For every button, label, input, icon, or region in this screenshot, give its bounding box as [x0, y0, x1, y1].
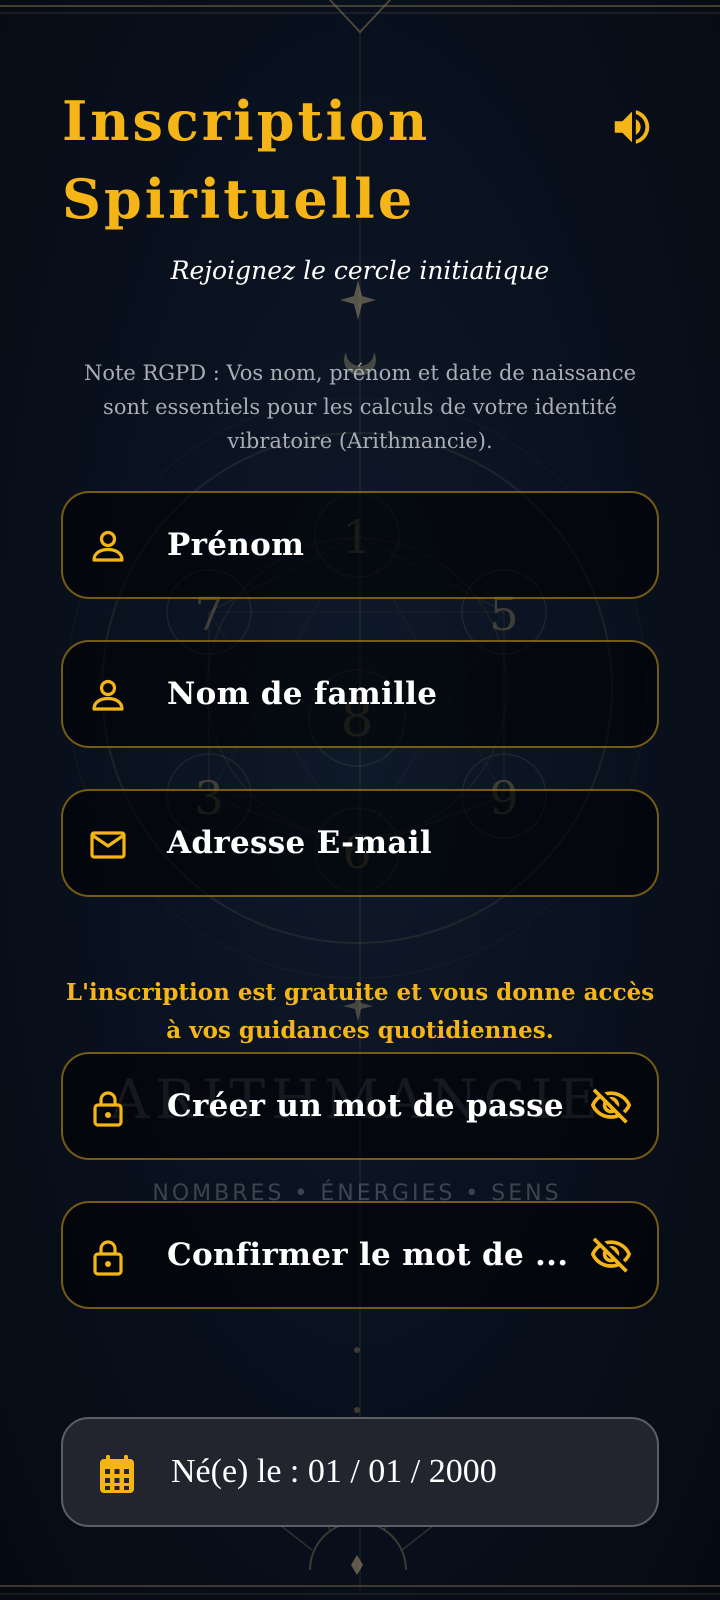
info-message: L'inscription est gratuite et vous donne… [65, 979, 655, 1044]
confirm-password-placeholder: Confirmer le mot de ... [167, 1237, 569, 1273]
last-name-placeholder: Nom de famille [167, 676, 438, 712]
confirm-password-field[interactable]: Confirmer le mot de ... [61, 1201, 659, 1309]
eye-off-icon[interactable] [587, 1084, 635, 1128]
person-icon [92, 530, 124, 562]
email-field[interactable]: Adresse E-mail [61, 789, 659, 897]
password-placeholder: Créer un mot de passe [167, 1088, 564, 1124]
eye-off-icon[interactable] [587, 1233, 635, 1277]
person-icon [92, 679, 124, 711]
first-name-placeholder: Prénom [167, 527, 305, 563]
title-line-2: Spirituelle [62, 167, 416, 231]
sound-toggle-button[interactable] [604, 102, 660, 152]
last-name-field[interactable]: Nom de famille [61, 640, 659, 748]
title-line-1: Inscription [62, 89, 431, 153]
email-placeholder: Adresse E-mail [167, 825, 432, 861]
lock-icon [93, 1091, 123, 1127]
birth-date-label: Né(e) le : 01 / 01 / 2000 [171, 1453, 497, 1490]
first-name-field[interactable]: Prénom [61, 491, 659, 599]
calendar-icon [100, 1455, 134, 1493]
birth-date-picker[interactable]: Né(e) le : 01 / 01 / 2000 [61, 1417, 659, 1527]
lock-icon [93, 1240, 123, 1276]
envelope-icon [90, 831, 126, 859]
password-field[interactable]: Créer un mot de passe [61, 1052, 659, 1160]
volume-up-icon [614, 110, 650, 144]
subtitle: Rejoignez le cercle initiatique [170, 256, 550, 285]
page-title: Inscription Spirituelle [62, 82, 532, 238]
rgpd-note: Note RGPD : Vos nom, prénom et date de n… [83, 361, 637, 453]
